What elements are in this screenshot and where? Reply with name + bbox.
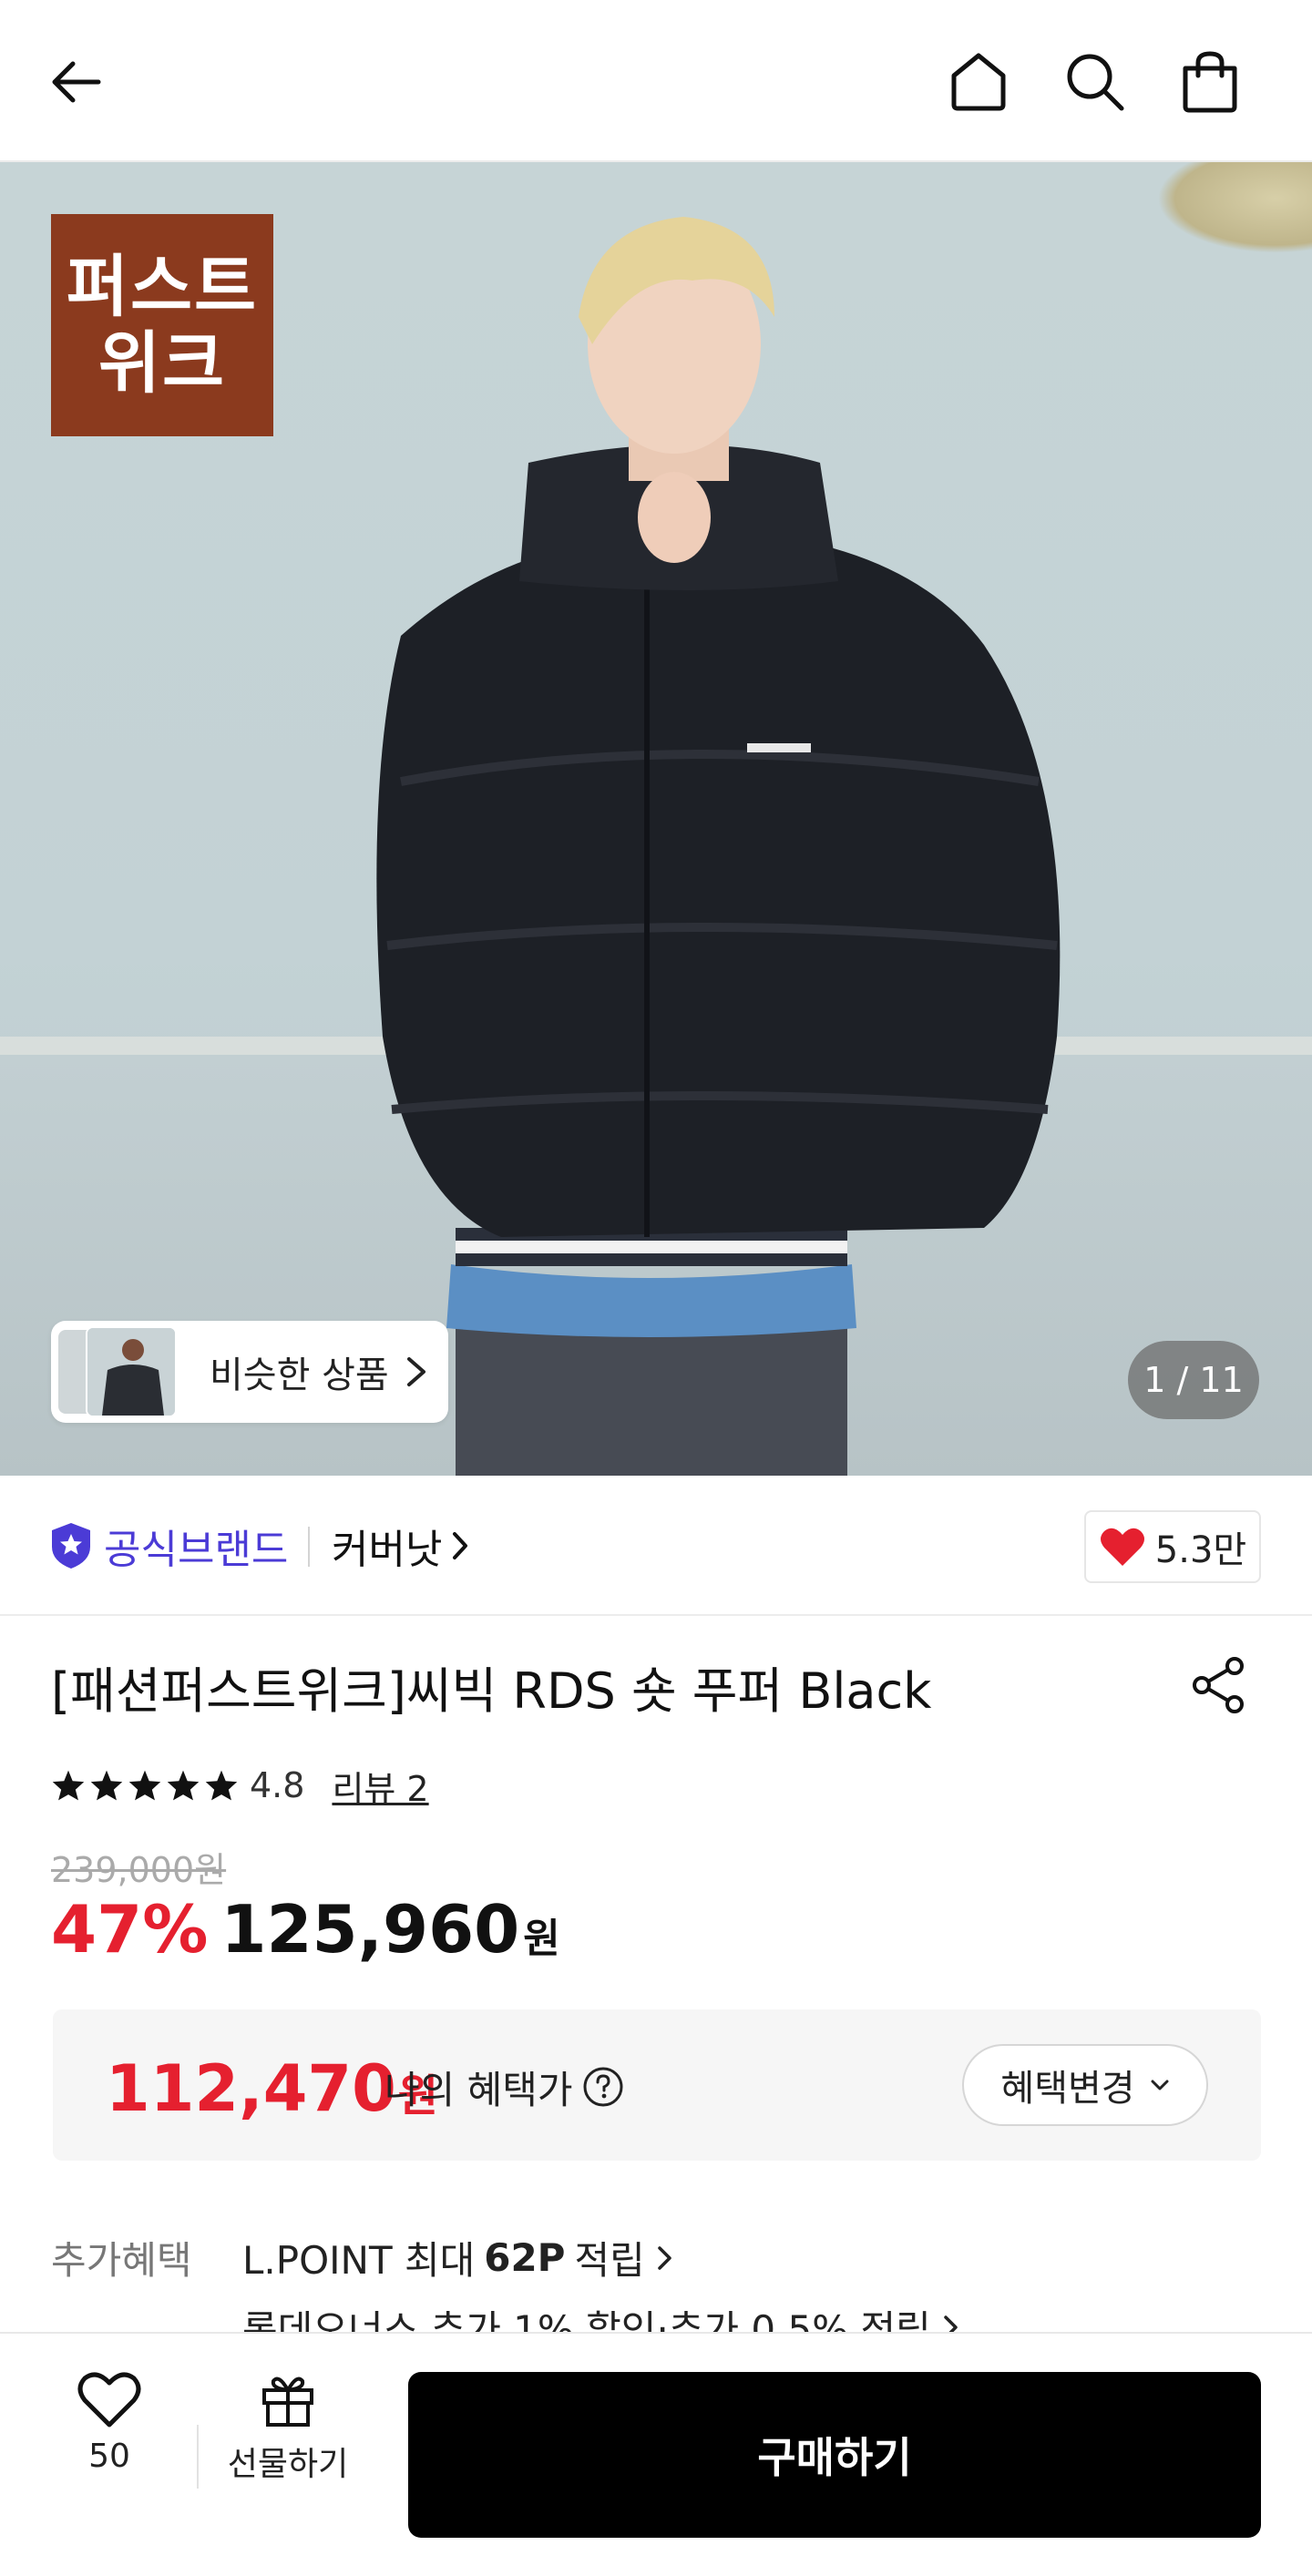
discount-rate: 47%	[51, 1891, 209, 1968]
lpoint-benefit-link[interactable]: L.POINT 최대 62P 적립	[242, 2230, 674, 2285]
similar-thumbnails	[58, 1326, 182, 1417]
wishlist-button[interactable]: 50	[55, 2370, 164, 2516]
benefit-price-value: 112,470	[106, 2051, 396, 2126]
chevron-right-icon	[453, 1532, 468, 1559]
sale-price: 125,960	[220, 1891, 520, 1968]
similar-products-button[interactable]: 비슷한 상품	[51, 1321, 448, 1423]
bottom-action-bar: 50 선물하기 구매하기	[0, 2332, 1312, 2576]
heart-outline-icon	[77, 2372, 141, 2428]
like-count: 5.3만	[1154, 1529, 1247, 1571]
chevron-right-icon	[406, 1357, 425, 1386]
chevron-right-icon	[658, 2245, 671, 2270]
back-button[interactable]	[40, 46, 113, 118]
badge-line-1: 퍼스트	[66, 248, 259, 326]
star-icon	[52, 1770, 85, 1801]
star-shield-icon	[52, 1523, 90, 1569]
star-icon	[167, 1770, 200, 1801]
share-icon	[1193, 1657, 1244, 1713]
product-image-carousel[interactable]: 퍼스트 위크 비슷한 상품 1 / 11	[0, 162, 1312, 1476]
gift-button[interactable]: 선물하기	[215, 2370, 361, 2516]
product-title: [패션퍼스트위크]씨빅 RDS 숏 푸퍼 Black	[51, 1662, 932, 1720]
top-navigation-bar	[0, 0, 1312, 162]
lpoint-suffix: 적립	[574, 2238, 645, 2283]
my-benefit-box: 112,470 원 나의 혜택가 혜택변경	[53, 2009, 1261, 2161]
search-icon	[1067, 54, 1124, 111]
extra-benefit-label: 추가혜택	[51, 2238, 192, 2283]
buy-button[interactable]: 구매하기	[408, 2372, 1261, 2538]
similar-products-label: 비슷한 상품	[210, 1354, 389, 1396]
review-link[interactable]: 리뷰 2	[332, 1761, 428, 1811]
arrow-left-icon	[52, 61, 101, 103]
star-icon	[128, 1770, 161, 1801]
badge-line-2: 위크	[97, 324, 227, 403]
brand-name: 커버낫	[332, 1527, 443, 1573]
help-circle-icon[interactable]	[582, 2066, 624, 2108]
official-brand-badge: 공식브랜드	[49, 1516, 288, 1576]
chevron-down-icon	[1151, 2080, 1169, 2090]
image-counter: 1 / 11	[1128, 1341, 1259, 1419]
home-icon	[951, 53, 1006, 111]
price-row: 47% 125,960 원	[51, 1891, 560, 1968]
rating-stars	[51, 1769, 239, 1802]
search-button[interactable]	[1059, 46, 1132, 118]
home-button[interactable]	[942, 46, 1015, 118]
similar-thumbnail	[86, 1326, 177, 1417]
divider	[197, 2425, 199, 2489]
lpoint-points: 62P	[484, 2235, 566, 2280]
star-icon	[205, 1770, 238, 1801]
brand-row: 공식브랜드 커버낫 5.3만	[0, 1476, 1312, 1616]
like-button[interactable]: 5.3만	[1084, 1510, 1261, 1583]
share-button[interactable]	[1184, 1651, 1254, 1720]
brand-link[interactable]: 커버낫	[332, 1516, 469, 1576]
lpoint-prefix: L.POINT 최대	[242, 2238, 476, 2283]
star-icon	[90, 1770, 123, 1801]
shopping-bag-icon	[1183, 51, 1237, 113]
rating-row: 4.8 리뷰 2	[51, 1758, 429, 1813]
benefit-label: 나의 혜택가	[384, 2067, 573, 2112]
currency-unit: 원	[523, 1916, 560, 1962]
official-brand-label: 공식브랜드	[104, 1527, 289, 1573]
first-week-badge: 퍼스트 위크	[51, 214, 273, 436]
change-benefit-button[interactable]: 혜택변경	[962, 2044, 1208, 2126]
background-cymbal	[1157, 162, 1312, 253]
change-benefit-label: 혜택변경	[1000, 2068, 1135, 2110]
cart-button[interactable]	[1174, 46, 1246, 118]
gift-icon	[262, 2377, 313, 2427]
heart-filled-icon	[1100, 1528, 1144, 1566]
rating-value: 4.8	[250, 1765, 305, 1805]
original-price: 239,000원	[51, 1850, 227, 1890]
gift-label: 선물하기	[227, 2446, 349, 2483]
wishlist-count: 50	[88, 2438, 130, 2475]
model-photo	[376, 217, 1061, 1476]
benefit-label-group: 나의 혜택가	[384, 2057, 624, 2117]
divider	[308, 1527, 310, 1567]
